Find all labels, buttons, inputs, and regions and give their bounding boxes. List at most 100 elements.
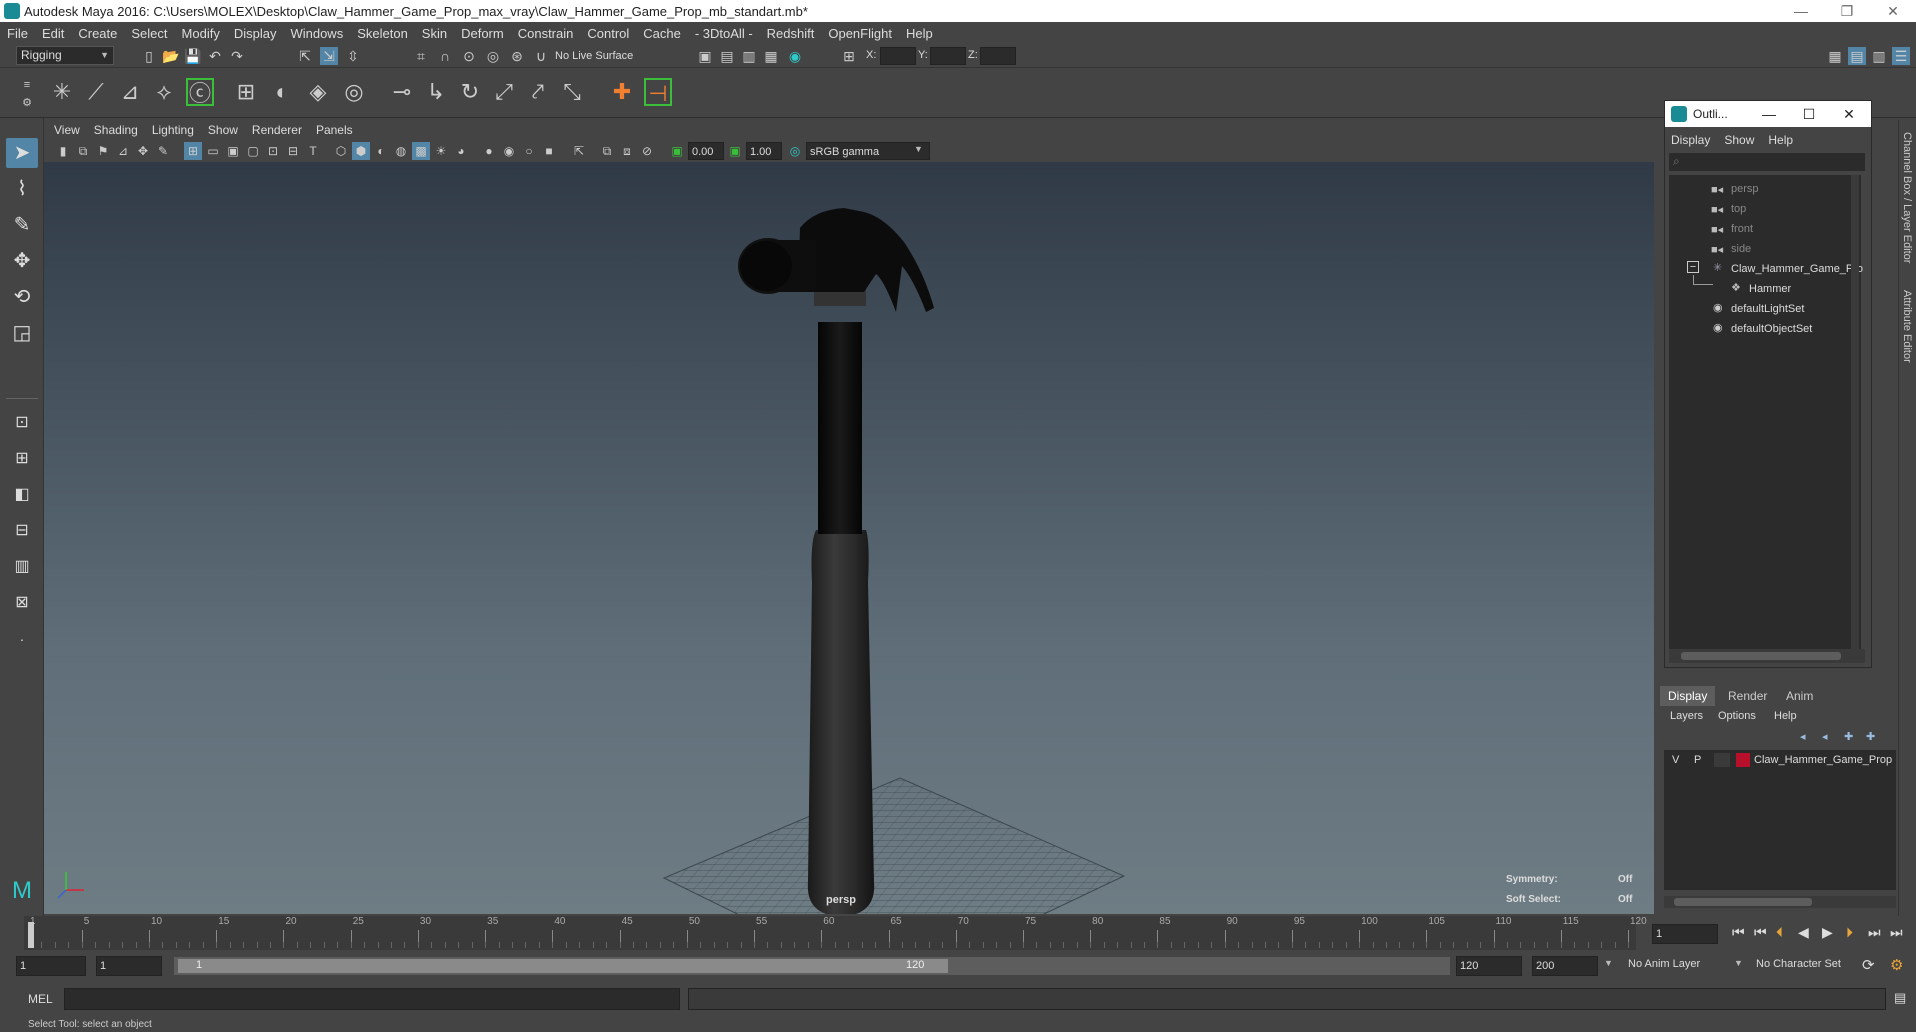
color-management-icon[interactable]: ◎ bbox=[786, 142, 804, 160]
anim-layer-dropdown[interactable]: No Anim Layer bbox=[1628, 958, 1700, 970]
x-field[interactable] bbox=[880, 47, 916, 65]
command-input[interactable] bbox=[64, 988, 680, 1010]
smooth-shade-icon[interactable]: ⬢ bbox=[352, 142, 370, 160]
playback-end-field[interactable]: 120 bbox=[1456, 956, 1522, 976]
outliner-horizontal-scrollbar[interactable] bbox=[1669, 649, 1865, 663]
two-d-pan-zoom-icon[interactable]: ✥ bbox=[134, 142, 152, 160]
chevron-down-icon[interactable]: ▼ bbox=[914, 144, 923, 154]
move-layer-up-icon[interactable]: ◂ bbox=[1800, 730, 1806, 743]
scale-tool-icon[interactable]: ◲ bbox=[6, 318, 38, 348]
blend-shape-icon[interactable]: ◐ bbox=[268, 78, 296, 106]
auto-key-icon[interactable]: ⟳ bbox=[1862, 956, 1875, 974]
animation-start-field[interactable]: 1 bbox=[16, 956, 86, 976]
four-view-layout-icon[interactable]: ⊞ bbox=[6, 444, 38, 474]
animation-end-field[interactable]: 200 bbox=[1532, 956, 1598, 976]
new-scene-icon[interactable]: ▯ bbox=[140, 47, 158, 65]
undo-icon[interactable]: ↶ bbox=[206, 47, 224, 65]
shelf-menu-icon[interactable]: ≡ bbox=[18, 76, 36, 94]
default-material-icon[interactable]: ◐ bbox=[372, 142, 390, 160]
lattice-icon[interactable]: ⊞ bbox=[232, 78, 260, 106]
go-to-end-icon[interactable]: ⏭ bbox=[1890, 924, 1903, 941]
outliner-menu-show[interactable]: Show bbox=[1724, 133, 1754, 147]
live-surface-field[interactable]: No Live Surface bbox=[552, 47, 648, 65]
viewport-menu-shading[interactable]: Shading bbox=[94, 123, 138, 137]
outliner-search-input[interactable]: ⌕ bbox=[1669, 153, 1865, 171]
current-time-indicator[interactable] bbox=[28, 922, 34, 948]
field-chart-icon[interactable]: ⊡ bbox=[264, 142, 282, 160]
move-layer-down-icon[interactable]: ◂ bbox=[1822, 730, 1828, 743]
paint-select-tool-icon[interactable]: ✎ bbox=[6, 210, 38, 240]
point-constraint-icon[interactable]: ⊸ bbox=[388, 78, 416, 106]
menu-3dtoall[interactable]: - 3DtoAll - bbox=[688, 26, 760, 41]
move-tool-icon[interactable]: ✥ bbox=[6, 246, 38, 276]
menu-redshift[interactable]: Redshift bbox=[760, 26, 822, 41]
tab-attribute-editor[interactable]: Attribute Editor bbox=[1901, 290, 1913, 363]
menu-help[interactable]: Help bbox=[899, 26, 940, 41]
step-back-key-icon[interactable]: ⏮ bbox=[1754, 924, 1767, 941]
menu-cache[interactable]: Cache bbox=[636, 26, 688, 41]
open-scene-icon[interactable]: 📂 bbox=[162, 47, 180, 65]
xray-icon[interactable]: ⧉ bbox=[598, 142, 616, 160]
new-empty-layer-icon[interactable]: ✚ bbox=[1844, 730, 1853, 743]
snap-grid-icon[interactable]: ⌗ bbox=[412, 47, 430, 65]
textured-icon[interactable]: ▩ bbox=[412, 142, 430, 160]
tab-render[interactable]: Render bbox=[1720, 686, 1775, 706]
tab-display[interactable]: Display bbox=[1660, 686, 1716, 706]
outliner-maximize-button[interactable]: ☐ bbox=[1791, 101, 1827, 127]
layer-menu-options[interactable]: Options bbox=[1718, 710, 1756, 722]
cluster-icon[interactable]: ⓒ bbox=[186, 78, 214, 106]
safe-action-icon[interactable]: ⊟ bbox=[284, 142, 302, 160]
select-tool-icon[interactable]: ➤ bbox=[6, 138, 38, 168]
render-view-icon[interactable]: ▣ bbox=[696, 47, 714, 65]
tab-anim[interactable]: Anim bbox=[1778, 686, 1821, 706]
viewport-menu-view[interactable]: View bbox=[54, 123, 80, 137]
xray-joints-icon[interactable]: ⧈ bbox=[618, 142, 636, 160]
outliner-item-default-light-set[interactable]: defaultLightSet bbox=[1731, 303, 1804, 315]
viewport-menu-show[interactable]: Show bbox=[208, 123, 238, 137]
aim-constraint-icon[interactable]: ↳ bbox=[422, 78, 450, 106]
gate-mask-icon[interactable]: ▢ bbox=[244, 142, 262, 160]
depth-of-field-icon[interactable]: ■ bbox=[540, 142, 558, 160]
chevron-down-icon[interactable]: ▼ bbox=[1604, 958, 1613, 968]
play-backward-icon[interactable]: ◀ bbox=[1798, 924, 1809, 941]
y-field[interactable] bbox=[930, 47, 966, 65]
grid-toggle-icon[interactable]: ⊞ bbox=[184, 142, 202, 160]
menu-windows[interactable]: Windows bbox=[283, 26, 350, 41]
menu-modify[interactable]: Modify bbox=[175, 26, 227, 41]
select-by-object-icon[interactable]: ⇲ bbox=[320, 47, 338, 65]
parent-constraint-icon[interactable]: ⤤ bbox=[524, 78, 552, 106]
layer-menu-layers[interactable]: Layers bbox=[1670, 710, 1703, 722]
menu-control[interactable]: Control bbox=[580, 26, 636, 41]
scale-constraint-icon[interactable]: ⤢ bbox=[490, 78, 518, 106]
time-ruler[interactable]: 1510152025303540455055606570758085909510… bbox=[24, 916, 1647, 950]
hypershade-layout-icon[interactable]: ▥ bbox=[6, 552, 38, 582]
image-plane-icon[interactable]: ⊿ bbox=[114, 142, 132, 160]
menu-deform[interactable]: Deform bbox=[454, 26, 511, 41]
close-button[interactable]: ✕ bbox=[1870, 0, 1916, 22]
viewport-menu-renderer[interactable]: Renderer bbox=[252, 123, 302, 137]
rig-control-icon[interactable]: ⊣ bbox=[644, 78, 672, 106]
ipr-render-icon[interactable]: ▥ bbox=[740, 47, 758, 65]
safe-title-icon[interactable]: T bbox=[304, 142, 322, 160]
outliner-close-button[interactable]: ✕ bbox=[1831, 101, 1867, 127]
go-to-start-icon[interactable]: ⏮ bbox=[1732, 924, 1745, 941]
locator-icon[interactable]: ✚ bbox=[608, 78, 636, 106]
scrollbar-thumb[interactable] bbox=[1681, 652, 1841, 660]
redo-icon[interactable]: ↷ bbox=[228, 47, 246, 65]
sculpt-deformer-icon[interactable]: ◎ bbox=[340, 78, 368, 106]
exposure-field[interactable]: 0.00 bbox=[688, 142, 724, 160]
ik-spline-icon[interactable]: ⊿ bbox=[116, 78, 144, 106]
shelf-options-icon[interactable]: ⚙ bbox=[18, 94, 36, 112]
menu-display[interactable]: Display bbox=[227, 26, 284, 41]
view-transform-dropdown[interactable]: sRGB gamma bbox=[806, 142, 930, 160]
perspective-viewport[interactable]: persp Symmetry: Off Soft Select: Off bbox=[44, 162, 1654, 914]
bind-skin-icon[interactable]: ⟡ bbox=[150, 78, 178, 106]
layer-visibility-toggle[interactable]: V bbox=[1672, 754, 1679, 766]
gamma-field[interactable]: 1.00 bbox=[746, 142, 782, 160]
select-camera-icon[interactable]: ▮ bbox=[54, 142, 72, 160]
magnet-icon[interactable]: ∪ bbox=[532, 47, 550, 65]
outliner-item-top[interactable]: top bbox=[1731, 203, 1746, 215]
preferences-icon[interactable]: ⚙ bbox=[1890, 956, 1903, 974]
grease-pencil-icon[interactable]: ✎ bbox=[154, 142, 172, 160]
outliner-item-default-object-set[interactable]: defaultObjectSet bbox=[1731, 323, 1812, 335]
